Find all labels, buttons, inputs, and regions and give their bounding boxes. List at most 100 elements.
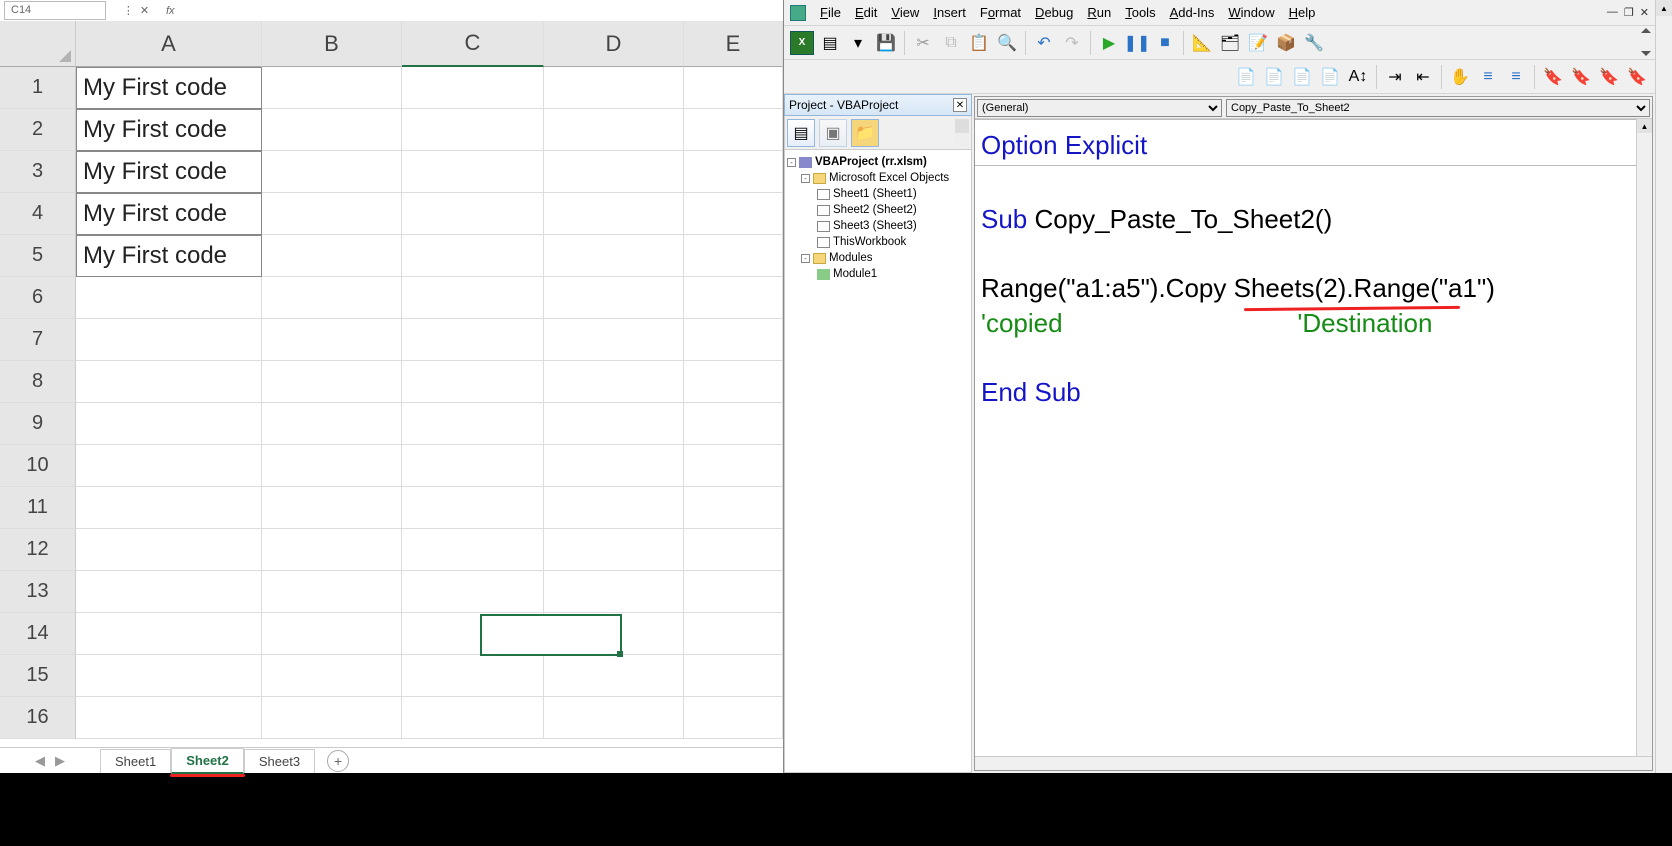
cell[interactable] (76, 571, 262, 613)
tree-sheet1[interactable]: Sheet1 (Sheet1) (833, 186, 917, 202)
cut-icon[interactable]: ✂ (911, 31, 935, 55)
tab-sheet3[interactable]: Sheet3 (244, 749, 315, 773)
cell[interactable] (684, 571, 783, 613)
object-browser-icon[interactable]: 📦 (1274, 31, 1298, 55)
cell[interactable] (402, 319, 544, 361)
cell-a4[interactable]: My First code (76, 193, 262, 235)
cell[interactable] (544, 445, 684, 487)
run-icon[interactable]: ▶ (1097, 31, 1121, 55)
row-header[interactable]: 4 (0, 193, 76, 235)
cell[interactable] (76, 361, 262, 403)
cell[interactable] (684, 277, 783, 319)
project-close-icon[interactable]: ✕ (953, 98, 967, 112)
comment-icon[interactable]: ≡ (1476, 65, 1500, 89)
cell[interactable] (684, 319, 783, 361)
cell[interactable] (402, 361, 544, 403)
row-header[interactable]: 10 (0, 445, 76, 487)
redo-icon[interactable]: ↷ (1060, 31, 1084, 55)
tab-prev-icon[interactable]: ◀ (35, 753, 45, 769)
tree-module1[interactable]: Module1 (833, 266, 877, 282)
cell[interactable] (262, 571, 402, 613)
cell[interactable] (402, 193, 544, 235)
col-header-c[interactable]: C (402, 21, 544, 67)
cell[interactable] (402, 487, 544, 529)
menu-tools[interactable]: Tools (1119, 3, 1161, 22)
tree-sheet2[interactable]: Sheet2 (Sheet2) (833, 202, 917, 218)
cell[interactable] (684, 67, 783, 109)
outer-scrollbar[interactable]: ▲ (1655, 0, 1672, 773)
row-header[interactable]: 12 (0, 529, 76, 571)
row-header[interactable]: 8 (0, 361, 76, 403)
cell[interactable] (76, 697, 262, 739)
row-header[interactable]: 16 (0, 697, 76, 739)
paste-icon[interactable]: 📋 (967, 31, 991, 55)
properties-icon[interactable]: 📝 (1246, 31, 1270, 55)
cell[interactable] (76, 613, 262, 655)
tree-project[interactable]: VBAProject (rr.xlsm) (815, 154, 927, 170)
menu-view[interactable]: View (885, 3, 925, 22)
col-header-e[interactable]: E (684, 21, 783, 67)
cell[interactable] (544, 235, 684, 277)
tab-next-icon[interactable]: ▶ (55, 753, 65, 769)
cell[interactable] (262, 109, 402, 151)
excel-icon[interactable]: X (790, 31, 814, 55)
cell[interactable] (684, 235, 783, 277)
insert-module-icon[interactable]: ▤ (818, 31, 842, 55)
name-box[interactable]: C14 (4, 1, 106, 20)
cell[interactable] (262, 235, 402, 277)
cell[interactable] (262, 613, 402, 655)
row-header[interactable]: 9 (0, 403, 76, 445)
tab-sheet2[interactable]: Sheet2 (171, 748, 244, 774)
cell-a5[interactable]: My First code (76, 235, 262, 277)
cell[interactable] (544, 571, 684, 613)
object-dropdown[interactable]: (General) (977, 99, 1222, 117)
parameter-info-icon[interactable]: 📄 (1318, 65, 1342, 89)
cell[interactable] (76, 655, 262, 697)
cell[interactable] (402, 445, 544, 487)
view-code-icon[interactable]: ▤ (787, 119, 815, 147)
toolbox-icon[interactable]: 🔧 (1302, 31, 1326, 55)
complete-word-icon[interactable]: A↕ (1346, 65, 1370, 89)
cell[interactable] (684, 193, 783, 235)
cell[interactable] (402, 277, 544, 319)
cell[interactable] (262, 361, 402, 403)
menu-addins[interactable]: Add-Ins (1164, 3, 1221, 22)
cell[interactable] (76, 319, 262, 361)
menu-window[interactable]: Window (1222, 3, 1280, 22)
cell[interactable] (544, 193, 684, 235)
col-header-b[interactable]: B (262, 21, 402, 67)
cell[interactable] (684, 655, 783, 697)
cell[interactable] (262, 67, 402, 109)
bookmark-icon[interactable]: 🔖 (1541, 65, 1565, 89)
minimize-icon[interactable]: — (1607, 6, 1618, 19)
fx-label[interactable]: fx (166, 5, 175, 17)
project-explorer-icon[interactable]: 🗂 (1218, 31, 1242, 55)
row-header[interactable]: 3 (0, 151, 76, 193)
cell[interactable] (262, 277, 402, 319)
design-mode-icon[interactable]: 📐 (1190, 31, 1214, 55)
menu-edit[interactable]: Edit (849, 3, 883, 22)
cell[interactable] (544, 613, 684, 655)
cell[interactable] (684, 109, 783, 151)
copy-icon[interactable]: ⧉ (939, 31, 963, 55)
cell[interactable] (262, 529, 402, 571)
cell[interactable] (262, 319, 402, 361)
menu-run[interactable]: Run (1081, 3, 1117, 22)
col-header-a[interactable]: A (76, 21, 262, 67)
quick-info-icon[interactable]: 📄 (1290, 65, 1314, 89)
cell[interactable] (402, 403, 544, 445)
cell[interactable] (402, 235, 544, 277)
tree-sheet3[interactable]: Sheet3 (Sheet3) (833, 218, 917, 234)
select-all-corner[interactable] (0, 21, 76, 67)
row-header[interactable]: 7 (0, 319, 76, 361)
menu-help[interactable]: Help (1283, 3, 1322, 22)
cell[interactable] (544, 109, 684, 151)
row-header[interactable]: 5 (0, 235, 76, 277)
tab-sheet1[interactable]: Sheet1 (100, 749, 171, 773)
tree-modules[interactable]: Modules (829, 250, 872, 266)
cell[interactable] (76, 403, 262, 445)
cell[interactable] (544, 487, 684, 529)
cell[interactable] (544, 403, 684, 445)
view-object-icon[interactable]: ▣ (819, 119, 847, 147)
cell[interactable] (262, 697, 402, 739)
